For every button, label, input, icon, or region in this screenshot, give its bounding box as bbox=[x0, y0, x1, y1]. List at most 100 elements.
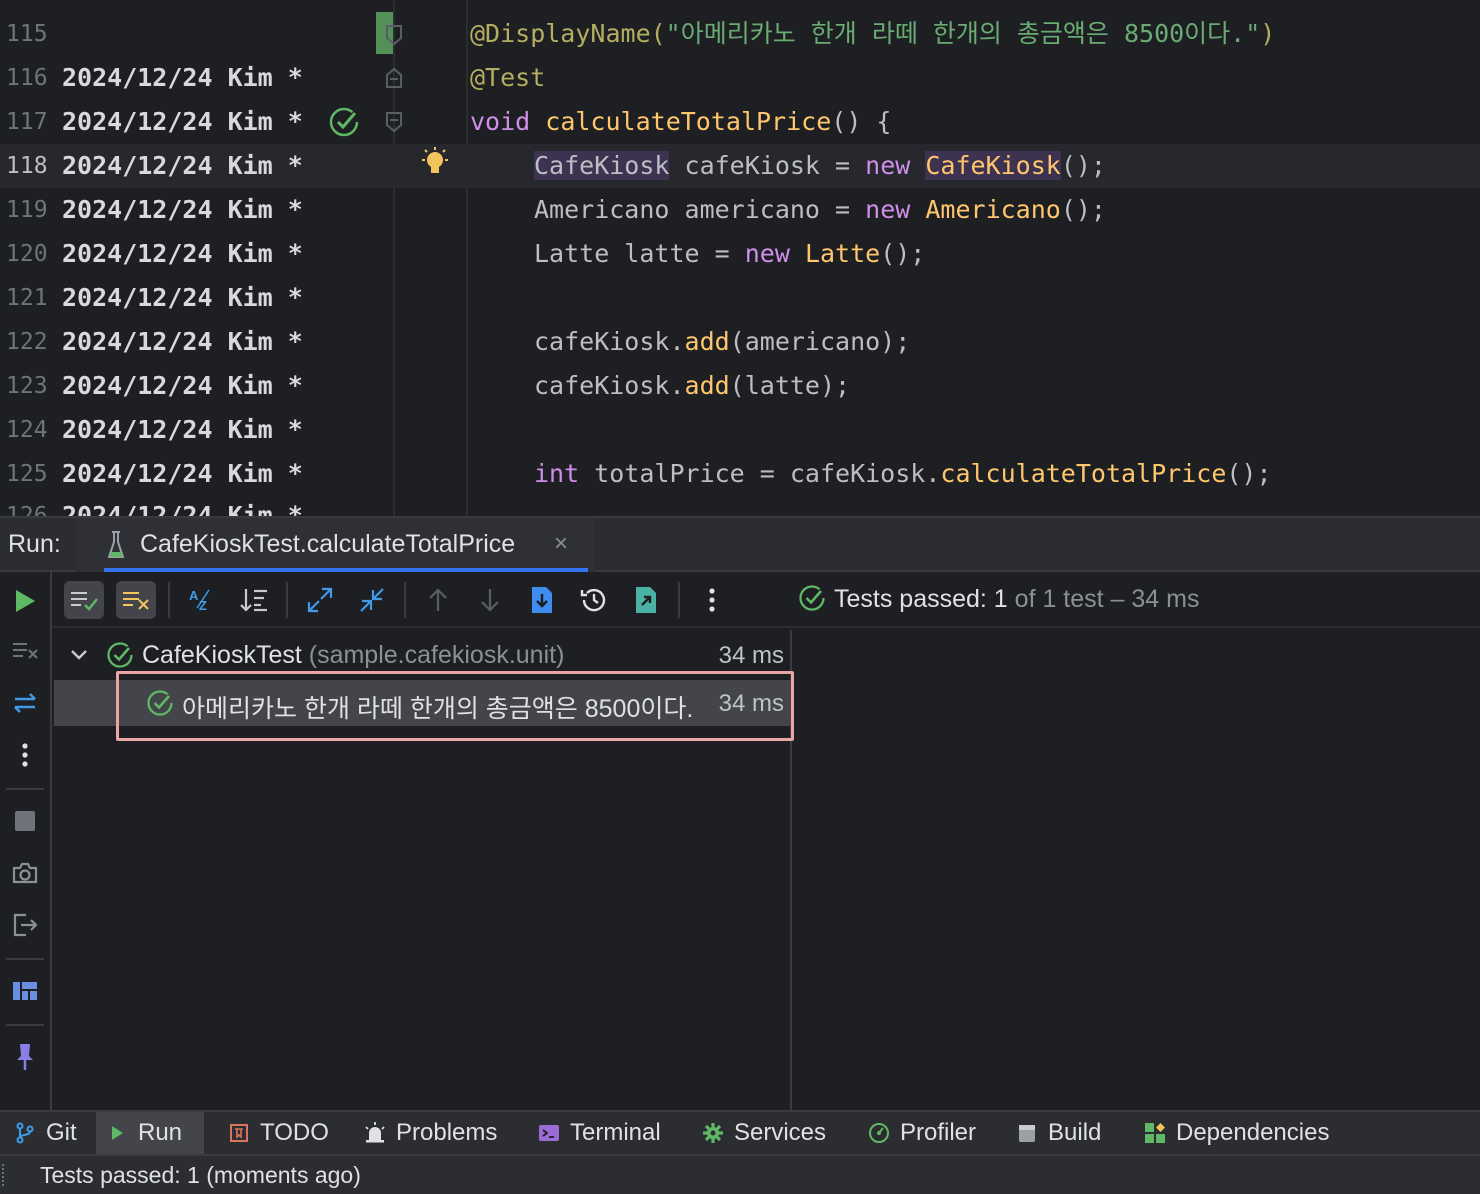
code-editor[interactable]: 115 @DisplayName("아메리카노 한개 라떼 한개의 총금액은 8… bbox=[0, 0, 1480, 516]
import-tests-icon bbox=[532, 587, 552, 613]
todo-icon bbox=[228, 1122, 250, 1144]
show-ignored-button[interactable] bbox=[116, 581, 156, 619]
editor-line-119[interactable]: 119 2024/12/24 Kim * Americano americano… bbox=[0, 188, 1480, 232]
editor-line-126[interactable]: 126 2024/12/24 Kim * bbox=[0, 494, 1480, 516]
editor-line-120[interactable]: 120 2024/12/24 Kim * Latte latte = new L… bbox=[0, 232, 1480, 276]
next-failed-button[interactable] bbox=[470, 581, 510, 619]
tool-window-services[interactable]: Services bbox=[692, 1112, 836, 1154]
show-passed-icon bbox=[71, 592, 98, 611]
run-side-toolbar bbox=[0, 572, 52, 1110]
line-number: 120 bbox=[6, 241, 48, 267]
code-text: Latte latte = new Latte(); bbox=[534, 239, 926, 268]
line-number: 117 bbox=[6, 109, 48, 135]
export-results-button[interactable] bbox=[626, 581, 666, 619]
editor-line-123[interactable]: 123 2024/12/24 Kim * cafeKiosk.add(latte… bbox=[0, 364, 1480, 408]
expand-all-button[interactable] bbox=[300, 581, 340, 619]
line-number: 116 bbox=[6, 65, 48, 91]
problems-icon bbox=[364, 1122, 386, 1144]
exit-button[interactable] bbox=[8, 908, 42, 942]
sort-alpha-icon: AZ bbox=[189, 588, 210, 613]
git-blame-annotation[interactable]: 2024/12/24 Kim * bbox=[62, 320, 303, 364]
profiler-icon bbox=[868, 1122, 890, 1144]
fold-arrow-icon[interactable] bbox=[385, 24, 403, 46]
status-bar-grip[interactable] bbox=[2, 1164, 6, 1186]
more-actions-button[interactable] bbox=[692, 581, 732, 619]
git-blame-annotation[interactable]: 2024/12/24 Kim * bbox=[62, 144, 303, 188]
git-blame-annotation[interactable]: 2024/12/24 Kim * bbox=[62, 100, 303, 144]
line-number: 115 bbox=[6, 21, 48, 47]
editor-line-125[interactable]: 125 2024/12/24 Kim * int totalPrice = ca… bbox=[0, 452, 1480, 496]
run-icon bbox=[106, 1122, 128, 1144]
stop-button[interactable] bbox=[8, 804, 42, 838]
more-vertical-icon bbox=[709, 588, 715, 612]
summary-details: of 1 test – 34 ms bbox=[1007, 585, 1200, 613]
test-runner-toolbar: AZ Tests passed: 1 of 1 test – 34 ms bbox=[52, 572, 1480, 628]
rerun-button[interactable] bbox=[8, 584, 42, 618]
editor-line-121[interactable]: 121 2024/12/24 Kim * bbox=[0, 276, 1480, 320]
line-number: 123 bbox=[6, 373, 48, 399]
fold-marker-icon[interactable] bbox=[385, 111, 403, 133]
toolbar-separator bbox=[286, 582, 288, 618]
code-text: @Test bbox=[470, 63, 546, 92]
toggle-auto-test-button[interactable] bbox=[8, 686, 42, 720]
editor-line-122[interactable]: 122 2024/12/24 Kim * cafeKiosk.add(ameri… bbox=[0, 320, 1480, 364]
sort-by-duration-button[interactable] bbox=[234, 581, 274, 619]
status-bar: Tests passed: 1 (moments ago) bbox=[0, 1154, 1480, 1194]
tool-window-todo[interactable]: TODO bbox=[218, 1112, 339, 1154]
arrow-up-icon bbox=[429, 588, 447, 611]
tool-window-label: Terminal bbox=[570, 1119, 661, 1146]
run-tab-title: CafeKioskTest.calculateTotalPrice bbox=[140, 530, 516, 558]
code-text: cafeKiosk.add(americano); bbox=[534, 327, 911, 356]
tool-window-dependencies[interactable]: Dependencies bbox=[1134, 1112, 1339, 1154]
test-console-output[interactable] bbox=[794, 630, 1480, 1110]
toolbar-separator bbox=[168, 582, 170, 618]
git-blame-annotation[interactable]: 2024/12/24 Kim * bbox=[62, 56, 303, 100]
collapse-all-button[interactable] bbox=[352, 581, 392, 619]
pin-tab-button[interactable] bbox=[8, 1040, 42, 1074]
test-passed-run-icon[interactable] bbox=[328, 106, 360, 138]
chevron-down-icon[interactable] bbox=[68, 644, 90, 666]
tool-window-terminal[interactable]: Terminal bbox=[528, 1112, 671, 1154]
dependencies-icon bbox=[1144, 1122, 1166, 1144]
git-blame-annotation[interactable]: 2024/12/24 Kim * bbox=[62, 494, 303, 516]
toolbar-separator bbox=[404, 582, 406, 618]
tool-window-profiler[interactable]: Profiler bbox=[858, 1112, 986, 1154]
suite-label: CafeKioskTest (sample.cafekiosk.unit) bbox=[142, 641, 564, 670]
sort-alphabetically-button[interactable]: AZ bbox=[182, 581, 222, 619]
fold-marker-icon[interactable] bbox=[385, 67, 403, 89]
status-message[interactable]: Tests passed: 1 (moments ago) bbox=[40, 1162, 361, 1189]
close-tab-icon[interactable]: × bbox=[554, 530, 568, 558]
show-passed-button[interactable] bbox=[64, 581, 104, 619]
previous-failed-button[interactable] bbox=[418, 581, 458, 619]
git-blame-annotation[interactable]: 2024/12/24 Kim * bbox=[62, 276, 303, 320]
git-blame-annotation[interactable]: 2024/12/24 Kim * bbox=[62, 232, 303, 276]
tool-window-git[interactable]: Git bbox=[4, 1112, 87, 1154]
git-blame-annotation[interactable]: 2024/12/24 Kim * bbox=[62, 364, 303, 408]
tool-window-build[interactable]: Build bbox=[1006, 1112, 1111, 1154]
line-number: 121 bbox=[6, 285, 48, 311]
test-history-button[interactable] bbox=[574, 581, 614, 619]
tool-window-run[interactable]: Run bbox=[96, 1112, 204, 1154]
git-blame-annotation[interactable]: 2024/12/24 Kim * bbox=[62, 188, 303, 232]
run-configuration-tab[interactable]: CafeKioskTest.calculateTotalPrice × bbox=[76, 518, 594, 572]
editor-line-117[interactable]: 117 2024/12/24 Kim * void calculateTotal… bbox=[0, 100, 1480, 144]
more-vertical-icon bbox=[22, 743, 28, 767]
tool-window-label: Dependencies bbox=[1176, 1119, 1330, 1146]
editor-line-124[interactable]: 124 2024/12/24 Kim * bbox=[0, 408, 1480, 452]
layout-button[interactable] bbox=[8, 974, 42, 1008]
code-text: void calculateTotalPrice() { bbox=[470, 107, 892, 136]
tool-window-label: Profiler bbox=[900, 1119, 977, 1146]
more-options-button[interactable] bbox=[8, 738, 42, 772]
exit-icon bbox=[13, 913, 38, 937]
git-blame-annotation[interactable]: 2024/12/24 Kim * bbox=[62, 408, 303, 452]
lightbulb-icon[interactable] bbox=[418, 146, 452, 180]
rerun-failed-button[interactable] bbox=[8, 634, 42, 668]
editor-line-116[interactable]: 116 2024/12/24 Kim * @Test bbox=[0, 56, 1480, 100]
editor-line-115[interactable]: 115 @DisplayName("아메리카노 한개 라떼 한개의 총금액은 8… bbox=[0, 12, 1480, 56]
suite-name: CafeKioskTest bbox=[142, 641, 302, 669]
git-blame-annotation[interactable]: 2024/12/24 Kim * bbox=[62, 452, 303, 496]
tool-window-problems[interactable]: Problems bbox=[354, 1112, 507, 1154]
editor-line-118[interactable]: 118 2024/12/24 Kim * CafeKiosk cafeKiosk… bbox=[0, 144, 1480, 188]
screenshot-button[interactable] bbox=[8, 856, 42, 890]
import-tests-button[interactable] bbox=[522, 581, 562, 619]
